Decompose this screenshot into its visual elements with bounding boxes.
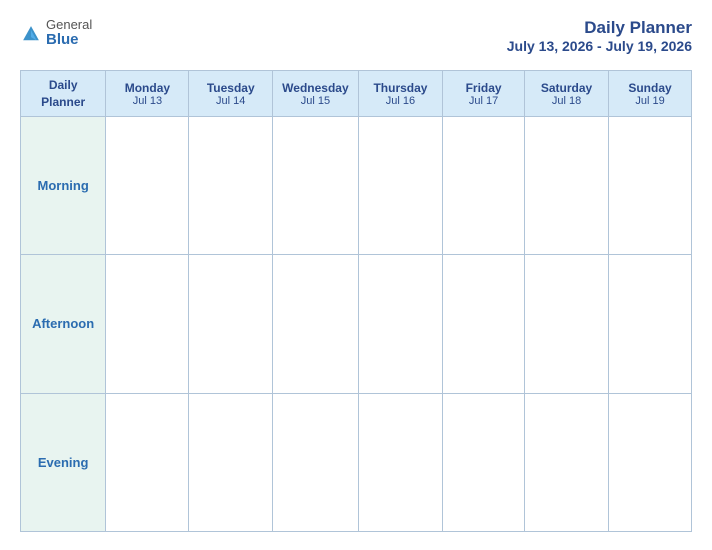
page-title: Daily Planner — [584, 18, 692, 37]
cell-friday-afternoon[interactable] — [443, 255, 525, 393]
cell-tuesday-evening[interactable] — [189, 393, 272, 531]
cell-thursday-morning[interactable] — [358, 117, 442, 255]
cell-monday-morning[interactable] — [106, 117, 189, 255]
cell-wednesday-afternoon[interactable] — [272, 255, 358, 393]
cell-sunday-evening[interactable] — [609, 393, 692, 531]
logo-area: General Blue — [20, 18, 92, 49]
logo-blue-text: Blue — [46, 32, 92, 49]
cell-thursday-afternoon[interactable] — [358, 255, 442, 393]
col-header-sunday: Sunday Jul 19 — [609, 71, 692, 117]
date-range: July 13, 2026 - July 19, 2026 — [507, 38, 692, 54]
col-header-tuesday: Tuesday Jul 14 — [189, 71, 272, 117]
logo-icon — [20, 23, 42, 45]
cell-friday-morning[interactable] — [443, 117, 525, 255]
cell-saturday-afternoon[interactable] — [525, 255, 609, 393]
cell-saturday-morning[interactable] — [525, 117, 609, 255]
row-afternoon: Afternoon — [21, 255, 692, 393]
header-row: Daily Planner Monday Jul 13 Tuesday Jul … — [21, 71, 692, 117]
logo-text: General Blue — [46, 18, 92, 49]
header: General Blue Daily Planner July 13, 2026… — [20, 18, 692, 56]
col-header-planner: Daily Planner — [21, 71, 106, 117]
time-label-evening: Evening — [21, 393, 106, 531]
cell-wednesday-evening[interactable] — [272, 393, 358, 531]
logo-general-text: General — [46, 18, 92, 32]
row-morning: Morning — [21, 117, 692, 255]
col-header-monday: Monday Jul 13 — [106, 71, 189, 117]
time-label-afternoon: Afternoon — [21, 255, 106, 393]
cell-sunday-afternoon[interactable] — [609, 255, 692, 393]
col-header-saturday: Saturday Jul 18 — [525, 71, 609, 117]
cell-friday-evening[interactable] — [443, 393, 525, 531]
cell-tuesday-afternoon[interactable] — [189, 255, 272, 393]
col-header-thursday: Thursday Jul 16 — [358, 71, 442, 117]
cell-monday-evening[interactable] — [106, 393, 189, 531]
cell-sunday-morning[interactable] — [609, 117, 692, 255]
cell-saturday-evening[interactable] — [525, 393, 609, 531]
calendar-table: Daily Planner Monday Jul 13 Tuesday Jul … — [20, 70, 692, 532]
cell-thursday-evening[interactable] — [358, 393, 442, 531]
cell-monday-afternoon[interactable] — [106, 255, 189, 393]
title-area: Daily Planner July 13, 2026 - July 19, 2… — [507, 18, 692, 56]
col-header-friday: Friday Jul 17 — [443, 71, 525, 117]
time-label-morning: Morning — [21, 117, 106, 255]
row-evening: Evening — [21, 393, 692, 531]
cell-wednesday-morning[interactable] — [272, 117, 358, 255]
page: General Blue Daily Planner July 13, 2026… — [0, 0, 712, 550]
col-header-wednesday: Wednesday Jul 15 — [272, 71, 358, 117]
cell-tuesday-morning[interactable] — [189, 117, 272, 255]
